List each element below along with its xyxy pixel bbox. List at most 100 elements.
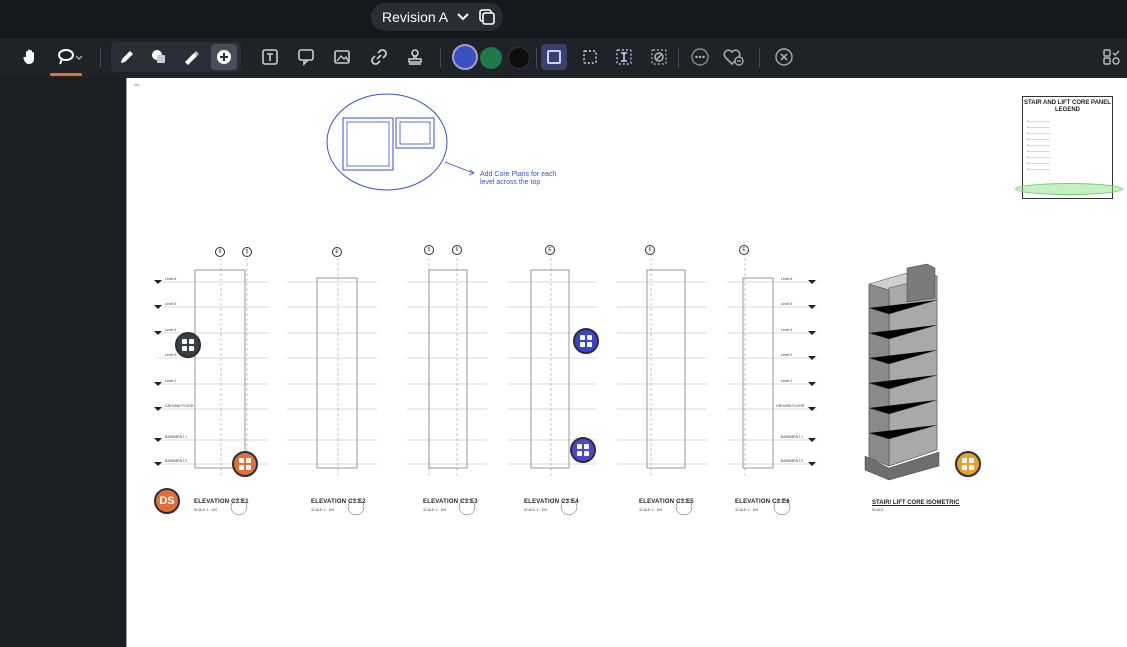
solid-box-icon[interactable] xyxy=(541,44,567,70)
favorite-icon[interactable] xyxy=(720,44,748,70)
legend-row: ▭ ———————— xyxy=(1027,120,1051,123)
no-fill-icon[interactable] xyxy=(646,44,672,70)
elevation-label: ELEVATION C3.E2 xyxy=(311,499,366,505)
elevation-label: ELEVATION C3.E6 xyxy=(735,499,790,505)
toolbar-divider xyxy=(100,48,101,68)
shape-fill-icon[interactable] xyxy=(146,44,172,70)
chevron-down-icon xyxy=(457,13,469,21)
legend-row: ▭ ———————— xyxy=(1027,150,1051,153)
grid-icon xyxy=(182,339,194,351)
markup-pin-blue[interactable] xyxy=(573,328,599,354)
layers-settings-icon[interactable] xyxy=(1098,44,1124,70)
isometric-scale: SCALE xyxy=(872,508,884,512)
legend-row: ▭ ———————— xyxy=(1027,168,1051,171)
highlighter-icon[interactable] xyxy=(179,44,205,70)
grid-mark: E xyxy=(545,245,555,255)
level-label: GROUND FLOOR xyxy=(165,404,194,408)
elevation-scale: SCALE 1 : 100 xyxy=(194,508,218,512)
active-tool-indicator xyxy=(50,73,82,76)
isometric-label: STAIR/ LIFT CORE ISOMETRIC xyxy=(872,500,960,506)
legend-row: ▭ ———————— xyxy=(1027,132,1051,135)
grid-lines xyxy=(220,258,746,478)
elevation-scale: SCALE 1 : 100 xyxy=(311,508,335,512)
drawing-sheet xyxy=(154,93,940,516)
top-bar: Revision A xyxy=(0,0,1127,38)
floor-lines xyxy=(157,281,817,465)
level-label: Level 4 xyxy=(781,328,793,332)
level-label: Level 6 xyxy=(165,277,177,281)
more-icon[interactable] xyxy=(687,44,713,70)
level-label: Level 1 xyxy=(165,379,177,383)
level-arrows-left xyxy=(154,280,162,466)
elevation-towers xyxy=(194,269,774,469)
legend-box: STAIR AND LIFT CORE PANEL LEGEND ▭ —————… xyxy=(1015,96,1123,199)
elevation-scale: SCALE 1 : 100 xyxy=(524,508,548,512)
markup-cloud-ellipse xyxy=(326,93,448,191)
color-swatch-black[interactable] xyxy=(508,47,530,69)
pan-hand-icon[interactable] xyxy=(17,44,43,70)
color-swatch-green[interactable] xyxy=(480,47,502,69)
add-icon[interactable] xyxy=(211,44,237,70)
lasso-select-icon[interactable] xyxy=(53,44,87,70)
level-label: BASEMENT 1 xyxy=(781,435,804,439)
color-swatch-blue[interactable] xyxy=(452,44,478,70)
level-label: Level 2 xyxy=(781,353,793,357)
markup-pin-purple[interactable] xyxy=(570,437,596,463)
level-label: Level 3 xyxy=(165,353,177,357)
toolbar-divider xyxy=(678,48,679,68)
elevation-label: ELEVATION C3.E4 xyxy=(524,499,579,505)
grid-icon xyxy=(580,335,592,347)
isometric-core xyxy=(864,263,940,481)
core-plan-1 xyxy=(342,117,394,171)
callout-icon[interactable] xyxy=(293,44,319,70)
markup-pin-orange[interactable] xyxy=(232,451,258,477)
revision-label: Revision A xyxy=(382,9,449,25)
level-label: GROUND FLOOR xyxy=(776,404,805,408)
markup-arrow xyxy=(444,161,474,174)
grid-icon xyxy=(577,444,589,456)
markup-pin-yellow[interactable] xyxy=(955,451,981,477)
markup-note[interactable]: Add Core Plans for each level across the… xyxy=(480,171,570,187)
toolbar-divider xyxy=(759,48,760,68)
stamp-icon[interactable] xyxy=(402,44,428,70)
compare-icon[interactable] xyxy=(477,7,497,27)
grid-icon xyxy=(962,458,974,470)
legend-row: ▭ ———————— xyxy=(1027,156,1051,159)
grid-mark: 6 xyxy=(452,245,462,255)
pen-icon[interactable] xyxy=(114,44,140,70)
link-icon[interactable] xyxy=(366,44,392,70)
legend-highlight-markup[interactable] xyxy=(1015,183,1123,195)
legend-row: ▭ ———————— xyxy=(1027,162,1051,165)
markup-pin-gray[interactable] xyxy=(175,332,201,358)
dashed-box-icon[interactable] xyxy=(577,44,603,70)
level-label: BASEMENT 1 xyxy=(165,435,188,439)
left-panel xyxy=(0,78,126,647)
close-icon[interactable] xyxy=(771,44,797,70)
drawing-canvas[interactable]: A0a Add Core Plans for each level across… xyxy=(126,78,1127,647)
legend-title: STAIR AND LIFT CORE PANEL LEGEND xyxy=(1024,100,1111,113)
elevation-label: ELEVATION C3.E3 xyxy=(423,499,478,505)
legend-row: ▭ ———————— xyxy=(1027,126,1051,129)
image-icon[interactable] xyxy=(329,44,355,70)
grid-mark: 6 xyxy=(645,245,655,255)
revision-selector[interactable]: Revision A xyxy=(371,3,503,31)
elevation-scale: SCALE 1 : 100 xyxy=(423,508,447,512)
toolbar-divider xyxy=(536,48,537,68)
level-label: Level 5 xyxy=(781,302,793,306)
markup-toolbar xyxy=(0,38,1127,78)
user-avatar-ds[interactable]: DS xyxy=(154,488,180,514)
level-label: Level 4 xyxy=(165,328,177,332)
grid-icon xyxy=(239,458,251,470)
legend-row: ▭ ———————— xyxy=(1027,144,1051,147)
level-label: Level 5 xyxy=(165,302,177,306)
toolbar-divider xyxy=(440,48,441,68)
grid-mark: 6 xyxy=(215,247,225,257)
level-label: BASEMENT 2 xyxy=(165,459,188,463)
elevation-scale: SCALE 1 : 100 xyxy=(735,508,759,512)
text-cursor-icon[interactable] xyxy=(611,44,637,70)
text-box-icon[interactable] xyxy=(257,44,283,70)
grid-mark: E xyxy=(332,247,342,257)
level-arrows-right xyxy=(808,280,816,466)
grid-mark: 5 xyxy=(242,247,252,257)
elevation-label: ELEVATION C3.E1 xyxy=(194,499,249,505)
